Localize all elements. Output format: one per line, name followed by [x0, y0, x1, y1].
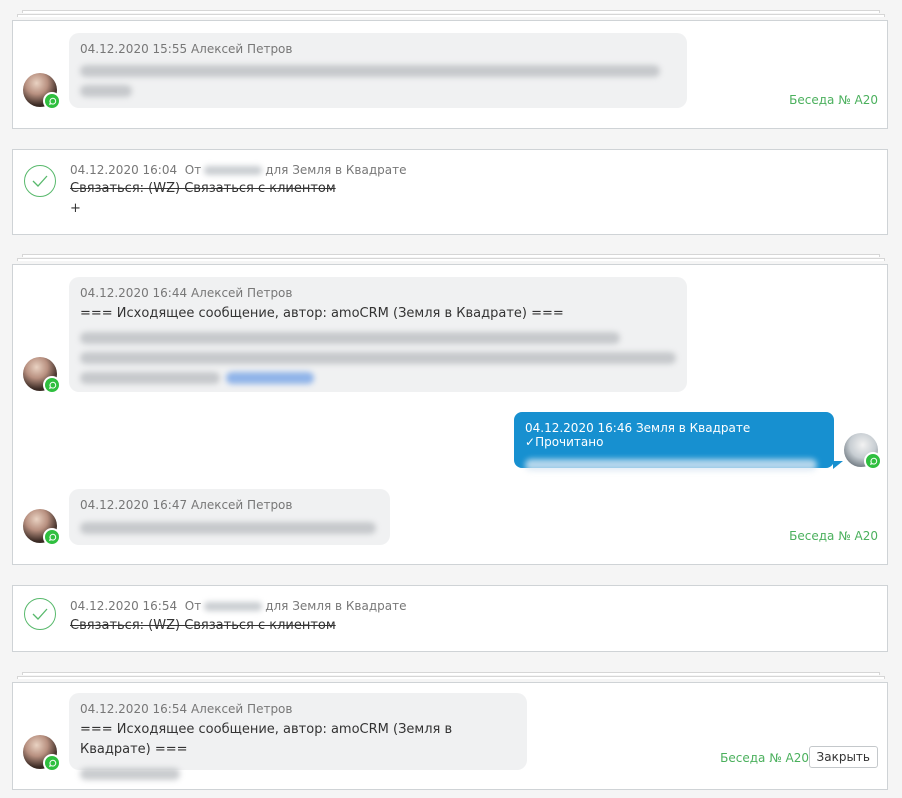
bubble-tail	[833, 461, 843, 469]
task-timestamp: 04.12.2020 16:04	[70, 163, 178, 177]
message-author: Алексей Петров	[190, 286, 293, 300]
redacted-user	[204, 166, 263, 175]
message-timestamp: 04.12.2020 16:54	[80, 702, 188, 716]
conversation-link[interactable]: Беседа № A20	[789, 93, 878, 107]
task-from-prefix: От	[184, 163, 202, 177]
message-timestamp: 04.12.2020 15:55	[80, 42, 188, 56]
task-meta: 04.12.2020 16:54 От для Земля в Квадрате	[70, 599, 407, 613]
message-meta: 04.12.2020 16:47 Алексей Петров	[80, 498, 379, 512]
task-title: Связаться: (WZ) Связаться с клиентом	[70, 181, 336, 196]
task-meta: 04.12.2020 16:04 От для Земля в Квадрате	[70, 163, 407, 177]
task-timestamp: 04.12.2020 16:54	[70, 599, 178, 613]
redacted-text	[80, 522, 376, 534]
conversation-link[interactable]: Беседа № A20	[789, 529, 878, 543]
task-from-prefix: От	[184, 599, 202, 613]
message-status: Прочитано	[535, 435, 604, 449]
message-bubble: 04.12.2020 16:44 Алексей Петров === Исхо…	[69, 277, 687, 392]
message-timestamp: 04.12.2020 16:47	[80, 498, 188, 512]
close-button[interactable]: Закрыть	[808, 746, 878, 768]
client-avatar[interactable]	[23, 357, 61, 394]
whatsapp-icon	[43, 376, 61, 394]
conversation-link[interactable]: Беседа № A20	[720, 751, 809, 765]
task-for-text: для Земля в Квадрате	[265, 599, 407, 613]
redacted-text	[80, 352, 676, 364]
redacted-text	[80, 768, 180, 780]
redacted-user	[204, 602, 263, 611]
redacted-text	[80, 332, 620, 344]
message-text: === Исходящее сообщение, автор: amoCRM (…	[80, 306, 564, 321]
whatsapp-icon	[864, 452, 882, 470]
redacted-text	[80, 65, 660, 77]
chat-card: 04.12.2020 16:54 Алексей Петров === Исхо…	[12, 682, 888, 790]
redacted-text	[80, 85, 132, 97]
operator-avatar[interactable]	[844, 433, 882, 470]
stack-shadow	[17, 14, 885, 17]
chat-card: 04.12.2020 16:44 Алексей Петров === Исхо…	[12, 264, 888, 565]
message-bubble: 04.12.2020 15:55 Алексей Петров	[69, 33, 687, 108]
client-avatar[interactable]	[23, 735, 61, 772]
redacted-link[interactable]	[226, 372, 314, 384]
stack-shadow	[22, 10, 880, 13]
task-card: 04.12.2020 16:54 От для Земля в Квадрате …	[12, 585, 888, 652]
read-check-icon: ✓	[525, 435, 536, 449]
stack-shadow	[17, 258, 885, 261]
message-author: Алексей Петров	[190, 702, 293, 716]
message-author: Земля в Квадрате	[635, 421, 751, 435]
message-meta: 04.12.2020 15:55 Алексей Петров	[80, 42, 676, 56]
whatsapp-icon	[43, 754, 61, 772]
whatsapp-icon	[43, 528, 61, 546]
message-meta: 04.12.2020 16:46 Земля в Квадрате ✓Прочи…	[525, 421, 823, 449]
message-timestamp: 04.12.2020 16:44	[80, 286, 188, 300]
redacted-text	[80, 372, 220, 384]
message-bubble: 04.12.2020 16:54 Алексей Петров === Исхо…	[69, 693, 527, 780]
message-meta: 04.12.2020 16:54 Алексей Петров	[80, 702, 516, 716]
message-text: === Исходящее сообщение, автор: amoCRM (…	[80, 722, 453, 757]
client-avatar[interactable]	[23, 73, 61, 110]
stack-shadow	[17, 676, 885, 679]
message-bubble: 04.12.2020 16:47 Алексей Петров	[69, 489, 390, 545]
client-avatar[interactable]	[23, 509, 61, 546]
redacted-text	[525, 459, 817, 471]
message-timestamp: 04.12.2020 16:46	[525, 421, 633, 435]
chat-card: 04.12.2020 15:55 Алексей Петров Беседа №…	[12, 20, 888, 129]
stack-shadow	[22, 254, 880, 257]
task-complete-icon[interactable]	[24, 165, 56, 197]
task-complete-icon[interactable]	[24, 598, 56, 630]
outgoing-message-bubble: 04.12.2020 16:46 Земля в Квадрате ✓Прочи…	[514, 412, 834, 471]
task-for-text: для Земля в Квадрате	[265, 163, 407, 177]
message-meta: 04.12.2020 16:44 Алексей Петров	[80, 286, 676, 300]
task-title: Связаться: (WZ) Связаться с клиентом	[70, 618, 336, 633]
task-card: 04.12.2020 16:04 От для Земля в Квадрате …	[12, 149, 888, 235]
message-author: Алексей Петров	[190, 498, 293, 512]
message-author: Алексей Петров	[190, 42, 293, 56]
stack-shadow	[22, 672, 880, 675]
task-result: +	[70, 201, 81, 216]
whatsapp-icon	[43, 92, 61, 110]
